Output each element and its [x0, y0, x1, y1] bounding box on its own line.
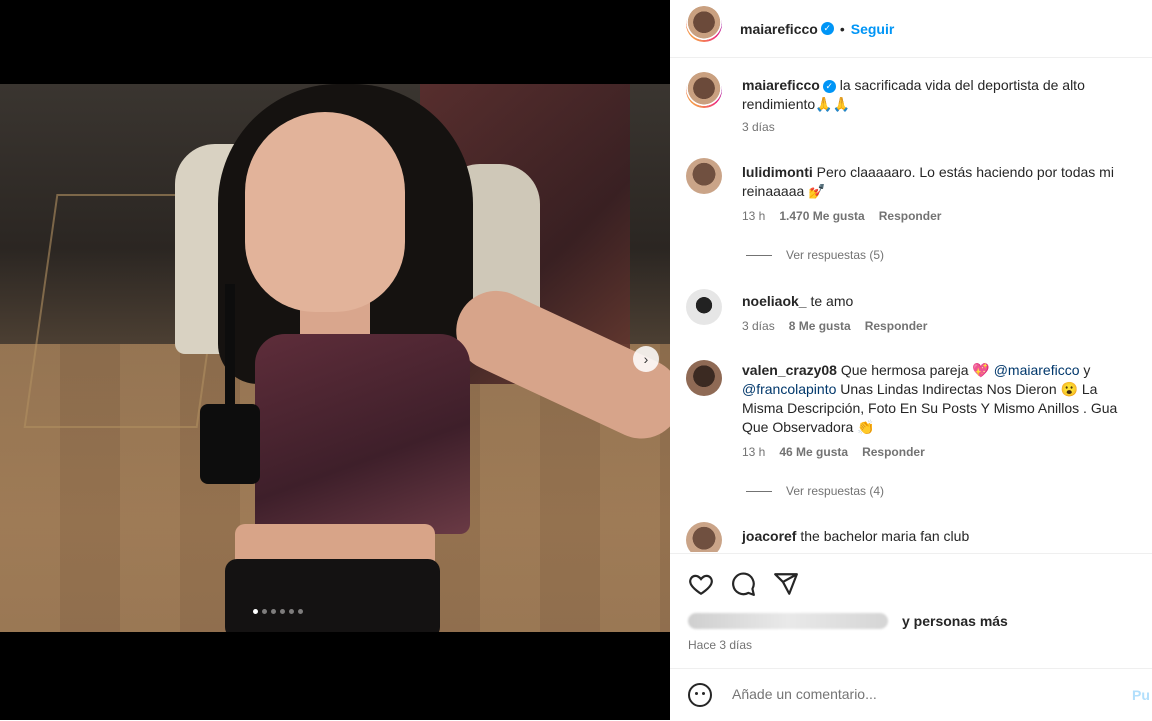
reply-button[interactable]: Responder [865, 319, 928, 333]
view-replies-button[interactable]: Ver respuestas (4) [746, 484, 884, 498]
avatar[interactable] [686, 158, 722, 194]
emoji-icon[interactable] [688, 683, 712, 707]
follow-button[interactable]: Seguir [851, 21, 895, 37]
comment-text: the bachelor maria fan club [800, 528, 970, 544]
avatar[interactable] [686, 289, 722, 325]
add-comment-bar: Pu [670, 668, 1152, 721]
mention-link[interactable]: @maiareficco [994, 362, 1080, 378]
mention-link[interactable]: @francolapinto [742, 381, 836, 397]
carousel-dot [262, 609, 267, 614]
comment-time: 3 días [742, 319, 775, 333]
caption-username[interactable]: maiareficco [742, 77, 820, 93]
replies-line [746, 254, 772, 256]
verified-badge-icon: ✓ [822, 79, 836, 93]
carousel-dot [280, 609, 285, 614]
photo-person-top [255, 334, 470, 534]
list-item: noeliaok_ te amo 3 días 8 Me gusta Respo… [686, 289, 1136, 333]
verified-badge-icon: ✓ [820, 22, 834, 35]
photo-bag-strap [225, 284, 235, 414]
likes-text: y personas más [902, 613, 1008, 629]
comment-username[interactable]: lulidimonti [742, 164, 813, 180]
list-item: valen_crazy08 Que hermosa pareja 💖 @maia… [686, 360, 1136, 459]
view-replies-label: Ver respuestas (4) [786, 484, 885, 498]
avatar[interactable] [686, 360, 722, 396]
reply-button[interactable]: Responder [862, 445, 925, 459]
carousel-dot [298, 609, 303, 614]
comment-likes[interactable]: 46 Me gusta [779, 445, 848, 459]
comment-username[interactable]: joacoref [742, 528, 796, 544]
separator-dot: • [839, 20, 845, 37]
photo-bag [200, 404, 260, 484]
comment-likes[interactable]: 1.470 Me gusta [779, 209, 864, 223]
comment-time: 13 h [742, 209, 766, 223]
avatar[interactable] [686, 72, 722, 108]
carousel-dot [253, 609, 258, 614]
carousel-dots [253, 609, 303, 614]
likes-summary[interactable]: y personas más [688, 613, 1008, 629]
list-item: lulidimonti Pero claaaaaro. Lo estás hac… [686, 158, 1136, 223]
reply-button[interactable]: Responder [879, 209, 942, 223]
comment-likes[interactable]: 8 Me gusta [789, 319, 851, 333]
avatar[interactable] [686, 6, 722, 42]
post-button[interactable]: Pu [1132, 687, 1150, 703]
carousel-next-button[interactable]: › [633, 346, 659, 372]
post-side-panel: maiareficco ✓ • Seguir maiareficco ✓ la s… [670, 0, 1152, 720]
view-replies-label: Ver respuestas (5) [786, 248, 885, 262]
list-item: joacoref the bachelor maria fan club [686, 522, 1136, 552]
post-media: › [0, 0, 670, 720]
blurred-likers [688, 613, 888, 629]
post-actions [670, 553, 1152, 596]
comment-username[interactable]: noeliaok_ [742, 293, 807, 309]
heart-icon[interactable] [688, 571, 714, 597]
chevron-right-icon: › [643, 351, 649, 367]
post-time: Hace 3 días [688, 638, 753, 652]
comment-text: y [1083, 362, 1091, 378]
carousel-dot [289, 609, 294, 614]
comments-list[interactable]: maiareficco ✓ la sacrificada vida del dep… [670, 58, 1152, 552]
header-username[interactable]: maiareficco [740, 21, 818, 37]
replies-line [746, 490, 772, 492]
post-photo[interactable] [0, 84, 670, 632]
comment-username[interactable]: valen_crazy08 [742, 362, 837, 378]
carousel-dot [271, 609, 276, 614]
share-icon[interactable] [773, 571, 799, 597]
comment-text: te amo [810, 293, 854, 309]
comment-time: 13 h [742, 445, 766, 459]
comment-icon[interactable] [730, 571, 756, 597]
comment-input[interactable] [730, 685, 1114, 703]
avatar[interactable] [686, 522, 722, 552]
caption-time: 3 días [742, 120, 775, 134]
caption: maiareficco ✓ la sacrificada vida del dep… [686, 72, 1136, 134]
photo-person-shorts [225, 559, 440, 632]
comment-text: Que hermosa pareja 💖 [840, 362, 990, 378]
photo-person-face [245, 112, 405, 312]
post-header: maiareficco ✓ • Seguir [670, 0, 1152, 58]
view-replies-button[interactable]: Ver respuestas (5) [746, 248, 884, 262]
